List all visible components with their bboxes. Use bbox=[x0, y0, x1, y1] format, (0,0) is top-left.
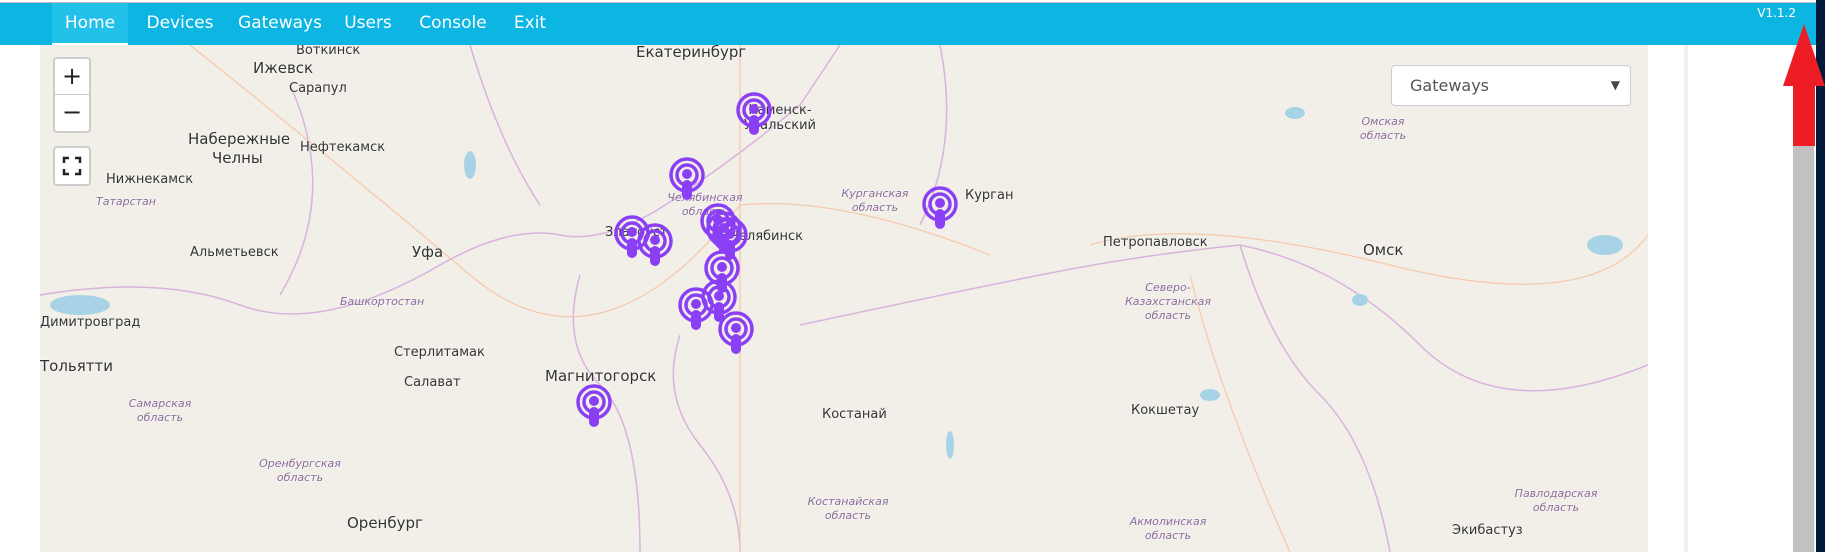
nav-home[interactable]: Home bbox=[52, 3, 128, 46]
panel-divider bbox=[1684, 45, 1688, 552]
gateway-marker-icon[interactable] bbox=[716, 311, 756, 355]
city-label: Костанай bbox=[822, 407, 887, 422]
city-label: Салават bbox=[404, 375, 461, 390]
gateway-marker-icon[interactable] bbox=[574, 384, 614, 428]
red-arrow-annotation bbox=[1783, 24, 1825, 146]
nav-console[interactable]: Console bbox=[410, 3, 496, 46]
gateway-marker-icon[interactable] bbox=[667, 157, 707, 201]
city-label: Омск bbox=[1363, 241, 1404, 259]
city-label: Оренбург bbox=[347, 514, 423, 532]
scrollbar-thumb[interactable] bbox=[1793, 145, 1814, 552]
gateway-marker-icon[interactable] bbox=[734, 92, 774, 136]
chevron-down-icon: ▼ bbox=[1610, 78, 1620, 92]
city-label: Стерлитамак bbox=[394, 345, 485, 360]
region-label: Курганская область bbox=[841, 187, 909, 214]
gateway-marker-icon[interactable] bbox=[920, 186, 960, 230]
city-label: Уфа bbox=[412, 243, 444, 261]
gateway-marker-icon[interactable] bbox=[710, 217, 750, 261]
nav-devices[interactable]: Devices bbox=[140, 3, 220, 46]
nav-gateways[interactable]: Gateways bbox=[232, 3, 328, 46]
zoom-out-button[interactable]: − bbox=[55, 95, 89, 131]
right-panel bbox=[1648, 45, 1684, 552]
city-label: Петропавловск bbox=[1103, 235, 1208, 250]
city-label: Екатеринбург bbox=[636, 45, 747, 61]
city-label: Альметьевск bbox=[190, 245, 279, 260]
city-label: Нижнекамск bbox=[106, 172, 194, 187]
city-label: Экибастуз bbox=[1452, 523, 1523, 538]
fullscreen-button[interactable] bbox=[53, 146, 91, 186]
version-label: V1.1.2 bbox=[1757, 6, 1796, 20]
region-label: Оренбургская область bbox=[259, 457, 341, 484]
city-label: Воткинск bbox=[296, 45, 361, 58]
nav-users[interactable]: Users bbox=[338, 3, 398, 46]
zoom-in-button[interactable]: + bbox=[55, 59, 89, 95]
layer-select[interactable]: Gateways ▼ bbox=[1391, 65, 1631, 106]
city-label: Димитровград bbox=[40, 315, 141, 330]
nav-exit[interactable]: Exit bbox=[508, 3, 552, 46]
gateway-marker-icon[interactable] bbox=[635, 223, 675, 267]
layer-select-value: Gateways bbox=[1410, 76, 1490, 95]
city-label: Набережные bbox=[188, 130, 291, 148]
city-label: Челны bbox=[212, 149, 263, 167]
region-label: Павлодарская область bbox=[1514, 487, 1598, 514]
region-label: Татарстан bbox=[96, 195, 156, 208]
city-label: Кокшетау bbox=[1131, 403, 1200, 418]
region-label: Омская область bbox=[1359, 115, 1407, 142]
region-label: Акмолинская область bbox=[1129, 515, 1207, 542]
city-label: Сарапул bbox=[289, 81, 347, 96]
region-label: Башкортостан bbox=[340, 295, 425, 308]
region-label: Северо-Казахстанская область bbox=[1124, 281, 1212, 322]
zoom-control: + − bbox=[53, 57, 91, 133]
city-label: Магнитогорск bbox=[545, 367, 657, 385]
city-label: Тольятти bbox=[40, 357, 114, 375]
region-label: Костанайская область bbox=[807, 495, 889, 522]
city-label: Нефтекамск bbox=[300, 140, 386, 155]
region-label: Самарская область bbox=[128, 397, 192, 424]
city-label: Ижевск bbox=[253, 59, 314, 77]
fullscreen-icon bbox=[62, 156, 82, 176]
top-navbar: Home Devices Gateways Users Console Exit… bbox=[0, 2, 1816, 46]
city-label: Курган bbox=[965, 188, 1014, 203]
map-view[interactable]: Екатеринбург Воткинск Ижевск Сарапул Наб… bbox=[40, 45, 1648, 552]
